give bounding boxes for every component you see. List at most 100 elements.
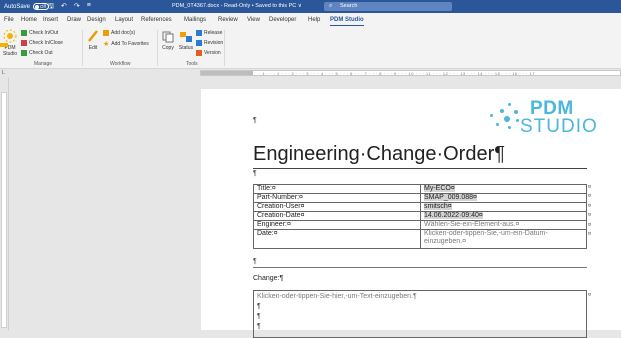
status-label: Status: [178, 45, 194, 51]
pencil-icon: [88, 30, 98, 42]
horizontal-ruler[interactable]: · 1 · ⋅ · 1 · ⋅ · 2 · ⋅ · 3 · ⋅ · 4 · ⋅ …: [200, 70, 621, 76]
tab-mailings[interactable]: Mailings: [184, 17, 206, 23]
group-label-workflow: Workflow: [110, 61, 131, 67]
tab-review[interactable]: Review: [218, 17, 238, 23]
row-end-mark: ¤: [588, 203, 592, 209]
search-icon: ⌕: [329, 3, 333, 9]
tab-view[interactable]: View: [247, 17, 260, 23]
row-end-mark: ¤: [588, 212, 592, 218]
check-in-close-button[interactable]: Check In/Close: [21, 40, 63, 46]
check-in-close-label: Check In/Close: [29, 40, 63, 46]
tab-draw[interactable]: Draw: [67, 17, 81, 23]
copy-label: Copy: [162, 45, 174, 51]
search-box[interactable]: ⌕ Search: [324, 2, 452, 11]
table-row: Title:¤ My-ECO¤: [253, 184, 587, 194]
field-label: Part-Number:¤: [253, 193, 421, 203]
field-label: Creation-Date¤: [253, 211, 421, 221]
row-end-mark: ¤: [588, 231, 592, 237]
check-out-button[interactable]: Check Out: [21, 50, 53, 56]
date-picker[interactable]: Klicken-oder-tippen-Sie,-um-ein-Datum-ei…: [420, 229, 587, 249]
row-end-mark: ¤: [588, 222, 592, 228]
navigation-arrow-icon: [0, 43, 8, 47]
tab-insert[interactable]: Insert: [43, 17, 58, 23]
ruler-ticks: · 1 · ⋅ · 1 · ⋅ · 2 · ⋅ · 3 · ⋅ · 4 · ⋅ …: [259, 71, 535, 76]
table-row: Date:¤ Klicken-oder-tippen-Sie,-um-ein-D…: [253, 229, 587, 249]
group-separator: [157, 30, 158, 66]
tab-file[interactable]: File: [4, 17, 14, 23]
eco-metadata-table: Title:¤ My-ECO¤ Part-Number:¤ SMAP_009.0…: [253, 184, 587, 249]
row-end-mark: ¤: [588, 292, 592, 298]
redo-icon[interactable]: ↷: [74, 2, 80, 13]
check-in-out-icon: [21, 30, 27, 36]
revision-button[interactable]: Revision: [196, 40, 223, 46]
tab-design[interactable]: Design: [87, 17, 106, 23]
pilcrow: ¶: [257, 303, 261, 310]
document-page[interactable]: ¶ PDM STUDIO Engineering·Change·Order¶ ¶…: [201, 89, 621, 338]
title-bar: AutoSave Off 🖫 ↶ ↷ ≡ PDM_0T4367.docx - R…: [0, 0, 621, 13]
copy-icon: [162, 31, 174, 43]
group-label-manage: Manage: [34, 61, 53, 67]
field-value[interactable]: smitsch¤: [420, 202, 587, 212]
row-end-mark: ¤: [588, 184, 592, 190]
check-out-label: Check Out: [29, 50, 53, 56]
search-placeholder: Search: [340, 3, 358, 9]
change-text-field[interactable]: Klicken-oder-tippen-Sie-hier,-um-Text-ei…: [253, 290, 587, 338]
revision-icon: [196, 40, 202, 46]
edit-button[interactable]: Edit: [86, 29, 100, 51]
tab-home[interactable]: Home: [21, 17, 37, 23]
autosave-control[interactable]: AutoSave Off: [4, 3, 50, 10]
field-value[interactable]: SMAP_009.088¤: [420, 193, 587, 203]
field-label: Engineer:¤: [253, 220, 421, 230]
edit-label: Edit: [88, 45, 98, 51]
pdm-studio-logo: PDM STUDIO: [478, 98, 598, 149]
pilcrow: ¶: [253, 170, 257, 177]
tab-developer[interactable]: Developer: [269, 17, 296, 23]
release-icon: [196, 30, 202, 36]
table-row: Part-Number:¤ SMAP_009.088¤: [253, 193, 587, 203]
pilcrow: ¶: [253, 258, 257, 265]
engineer-dropdown[interactable]: Wählen-Sie-ein-Element-aus.¤: [420, 220, 587, 230]
add-docs-button[interactable]: Add doc(s): [103, 30, 135, 36]
row-end-mark: ¤: [588, 193, 592, 199]
add-to-favorites-label: Add To Favorites: [111, 41, 149, 47]
check-in-out-button[interactable]: Check In/Out: [21, 30, 58, 36]
section-divider: [253, 267, 587, 268]
ribbon: PDM Studio Check In/Out Check In/Close C…: [0, 27, 621, 69]
table-row: Creation-User¤ smitsch¤: [253, 202, 587, 212]
customize-qat-icon[interactable]: ≡: [87, 2, 91, 13]
quick-access-toolbar: 🖫 ↶ ↷ ≡: [48, 2, 91, 13]
field-value[interactable]: 14.06.2022·09:40¤: [420, 211, 587, 221]
group-separator: [224, 30, 225, 66]
tab-layout[interactable]: Layout: [115, 17, 133, 23]
tab-selector-icon[interactable]: L: [2, 70, 8, 76]
tab-pdm-studio[interactable]: PDM Studio: [330, 17, 364, 26]
version-icon: [196, 50, 202, 56]
version-button[interactable]: Version: [196, 50, 221, 56]
table-row: Creation-Date¤ 14.06.2022·09:40¤: [253, 211, 587, 221]
change-placeholder: Klicken-oder-tippen-Sie-hier,-um-Text-ei…: [257, 293, 417, 300]
status-button[interactable]: Status: [177, 31, 195, 51]
undo-icon[interactable]: ↶: [61, 2, 67, 13]
autosave-toggle[interactable]: Off: [33, 3, 50, 10]
document-heading: Engineering·Change·Order¶: [253, 143, 505, 165]
add-docs-icon: [103, 30, 109, 36]
version-label: Version: [204, 50, 221, 56]
revision-label: Revision: [204, 40, 224, 46]
pilcrow: ¶: [257, 313, 261, 320]
release-button[interactable]: Release: [196, 30, 222, 36]
ribbon-tabs: File Home Insert Draw Design Layout Refe…: [0, 13, 621, 27]
check-out-icon: [21, 50, 27, 56]
document-title: PDM_0T4367.docx - Read-Only • Saved to t…: [172, 3, 302, 9]
save-icon[interactable]: 🖫: [48, 2, 54, 13]
vertical-ruler-area: [0, 78, 9, 330]
field-value[interactable]: My-ECO¤: [420, 184, 587, 194]
tab-help[interactable]: Help: [308, 17, 320, 23]
vertical-ruler[interactable]: [1, 92, 7, 328]
change-label: Change:¶: [253, 275, 284, 282]
copy-button[interactable]: Copy: [160, 31, 176, 51]
autosave-label: AutoSave: [4, 3, 31, 10]
table-row: Engineer:¤ Wählen-Sie-ein-Element-aus.¤: [253, 220, 587, 230]
add-to-favorites-button[interactable]: ★ Add To Favorites: [103, 40, 149, 48]
add-docs-label: Add doc(s): [111, 30, 136, 36]
tab-references[interactable]: References: [141, 17, 172, 23]
